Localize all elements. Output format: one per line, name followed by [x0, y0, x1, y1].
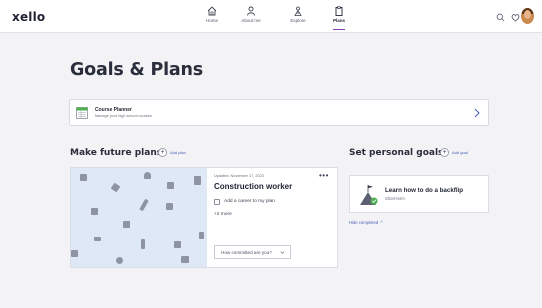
search-icon[interactable] — [496, 13, 505, 22]
illustration-item — [91, 208, 98, 215]
avatar-face — [524, 10, 531, 19]
goal-title: Learn how to do a backflip — [385, 187, 464, 194]
illustration-item — [167, 182, 174, 189]
nav-explore-label: Explore — [290, 18, 306, 23]
chevron-down-icon — [280, 251, 285, 254]
illustration-item — [116, 257, 123, 264]
plan-updated-date: Updated: November 17, 2023 — [214, 174, 264, 178]
nav-plans-label: Plans — [332, 18, 345, 23]
future-plans-heading: Make future plans — [70, 148, 163, 158]
person-icon — [247, 6, 255, 16]
nav-about-me-label: About me — [241, 18, 261, 23]
illustration-item — [110, 182, 121, 193]
illustration-item — [139, 198, 149, 212]
add-career-label[interactable]: Add a career to my plan — [224, 199, 275, 204]
add-goal-button[interactable]: + Add goal — [440, 148, 468, 157]
add-goal-label: Add goal — [452, 150, 468, 155]
nav-about-me[interactable]: About me — [234, 6, 268, 23]
nav-home[interactable]: Home — [195, 6, 229, 23]
active-tab-indicator — [333, 28, 345, 30]
heart-icon[interactable] — [511, 13, 520, 22]
nav-home-label: Home — [205, 18, 218, 23]
course-planner-card[interactable]: Course Planner Manage your high school c… — [69, 99, 489, 126]
goal-term: Short-term — [385, 196, 405, 201]
course-planner-icon — [76, 107, 88, 119]
course-planner-subtitle: Manage your high school courses — [95, 114, 152, 118]
plan-card-illustration — [71, 168, 207, 267]
goal-card[interactable]: Learn how to do a backflip Short-term — [349, 175, 489, 213]
top-navigation-bar: xello Home About me Explore Plans — [0, 0, 542, 33]
illustration-item — [181, 256, 189, 263]
plan-more-count[interactable]: +2 more — [214, 212, 232, 217]
xello-logo[interactable]: xello — [12, 10, 45, 24]
home-icon — [207, 6, 217, 16]
clipboard-icon — [335, 6, 343, 16]
add-career-checkbox[interactable] — [214, 199, 220, 205]
illustration-item — [194, 176, 201, 185]
illustration-item — [71, 250, 78, 257]
illustration-item — [123, 221, 130, 228]
course-planner-title: Course Planner — [95, 107, 132, 113]
nav-explore[interactable]: Explore — [281, 6, 315, 23]
illustration-item — [94, 237, 101, 241]
chevron-right-icon — [474, 108, 480, 118]
nav-plans[interactable]: Plans — [322, 6, 356, 30]
user-avatar[interactable] — [521, 8, 534, 24]
add-plan-label: Add plan — [170, 150, 186, 155]
chevron-up-icon: ^ — [379, 220, 383, 225]
plan-title[interactable]: Construction worker — [214, 182, 292, 191]
explore-icon — [294, 6, 302, 16]
illustration-item — [144, 172, 151, 179]
personal-goals-heading: Set personal goals — [349, 148, 444, 158]
illustration-item — [199, 232, 204, 239]
plus-icon: + — [158, 148, 167, 157]
plan-card[interactable]: Updated: November 17, 2023 ••• Construct… — [70, 167, 338, 268]
commitment-dropdown-label: How committed are you? — [221, 249, 272, 255]
illustration-item — [80, 174, 87, 181]
illustration-item — [174, 241, 181, 248]
hide-completed-label: Hide completed — [349, 220, 379, 225]
hide-completed-toggle[interactable]: Hide completed ^ — [349, 220, 382, 225]
more-options-icon[interactable]: ••• — [319, 171, 329, 180]
plus-icon: + — [440, 148, 449, 157]
page-title: Goals & Plans — [70, 60, 203, 80]
illustration-item — [166, 203, 173, 210]
mountain-flag-icon — [360, 185, 378, 205]
add-plan-button[interactable]: + Add plan — [158, 148, 186, 157]
commitment-dropdown[interactable]: How committed are you? — [214, 245, 291, 259]
illustration-item — [141, 239, 145, 249]
